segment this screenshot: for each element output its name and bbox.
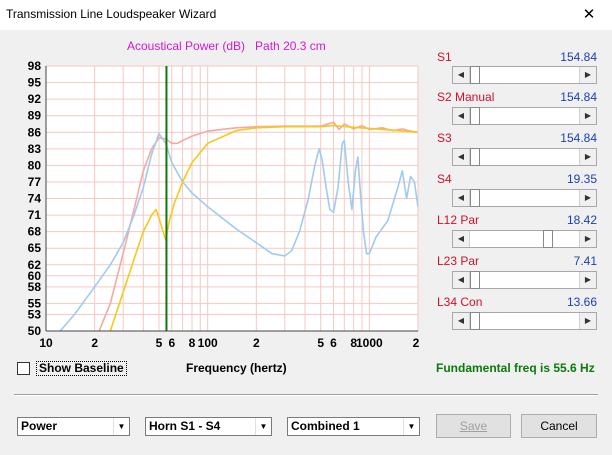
slider-thumb[interactable] xyxy=(470,271,480,289)
x-tick-label: 100 xyxy=(198,336,218,350)
x-tick-label: 2 xyxy=(413,336,420,350)
arrow-left-icon[interactable]: ◀ xyxy=(453,108,470,124)
y-tick-label: 55 xyxy=(28,296,42,310)
slider-s2[interactable]: ◀ ▶ xyxy=(452,107,597,125)
y-tick-label: 71 xyxy=(28,208,42,222)
x-tick-label: 5 xyxy=(156,336,163,350)
y-tick-label: 74 xyxy=(28,192,42,206)
slider-s4-label: S4 xyxy=(437,172,452,186)
save-button[interactable]: Save xyxy=(436,414,511,438)
checkbox-box[interactable] xyxy=(17,362,30,375)
slider-thumb[interactable] xyxy=(470,189,480,207)
horn-select-value: Horn S1 - S4 xyxy=(149,419,221,433)
arrow-right-icon[interactable]: ▶ xyxy=(579,231,596,247)
slider-l23-value: 7.41 xyxy=(573,254,597,268)
slider-thumb[interactable] xyxy=(470,148,480,166)
arrow-left-icon[interactable]: ◀ xyxy=(453,231,470,247)
slider-s1[interactable]: ◀ ▶ xyxy=(452,66,597,84)
y-tick-label: 86 xyxy=(28,125,42,139)
arrow-right-icon[interactable]: ▶ xyxy=(579,67,596,83)
slider-l12-value: 18.42 xyxy=(566,213,597,227)
horn-select[interactable]: Horn S1 - S4 ▼ xyxy=(145,417,272,436)
y-tick-label: 95 xyxy=(28,76,42,90)
chevron-down-icon[interactable]: ▼ xyxy=(403,418,419,435)
power-select-value: Power xyxy=(21,419,58,433)
slider-s3[interactable]: ◀ ▶ xyxy=(452,148,597,166)
power-select[interactable]: Power ▼ xyxy=(17,417,130,436)
arrow-left-icon[interactable]: ◀ xyxy=(453,67,470,83)
chevron-down-icon[interactable]: ▼ xyxy=(113,418,129,435)
slider-thumb[interactable] xyxy=(470,107,480,125)
y-tick-label: 65 xyxy=(28,241,42,255)
slider-thumb[interactable] xyxy=(543,230,553,248)
slider-s4[interactable]: ◀ ▶ xyxy=(452,189,597,207)
cancel-button[interactable]: Cancel xyxy=(521,414,597,438)
slider-l34[interactable]: ◀ ▶ xyxy=(452,312,597,330)
x-tick-label: 6 xyxy=(168,336,175,350)
x-axis-label: Frequency (hertz) xyxy=(186,361,287,375)
slider-l23-label: L23 Par xyxy=(437,254,480,268)
arrow-right-icon[interactable]: ▶ xyxy=(579,149,596,165)
arrow-left-icon[interactable]: ◀ xyxy=(453,190,470,206)
slider-s3-label: S3 xyxy=(437,131,452,145)
slider-l12-label: L12 Par xyxy=(437,213,480,227)
arrow-right-icon[interactable]: ▶ xyxy=(579,272,596,288)
slider-s2-label: S2 Manual xyxy=(437,90,495,104)
y-tick-label: 80 xyxy=(28,158,42,172)
combined-select-value: Combined 1 xyxy=(291,419,360,433)
show-baseline-label[interactable]: Show Baseline xyxy=(36,361,127,376)
y-tick-label: 89 xyxy=(28,109,42,123)
x-tick-label: 1000 xyxy=(356,336,383,350)
save-button-label: Save xyxy=(459,419,488,433)
slider-s3-value: 154.84 xyxy=(560,131,597,145)
chevron-down-icon[interactable]: ▼ xyxy=(255,418,271,435)
slider-s1-value: 154.84 xyxy=(560,50,597,64)
slider-s2-value: 154.84 xyxy=(560,90,597,104)
x-tick-label: 6 xyxy=(330,336,337,350)
x-tick-label: 2 xyxy=(91,336,98,350)
slider-s1-label: S1 xyxy=(437,50,452,64)
x-tick-label: 5 xyxy=(317,336,324,350)
slider-thumb[interactable] xyxy=(470,312,480,330)
separator xyxy=(14,394,598,396)
arrow-right-icon[interactable]: ▶ xyxy=(579,108,596,124)
arrow-right-icon[interactable]: ▶ xyxy=(579,313,596,329)
slider-thumb[interactable] xyxy=(470,66,480,84)
y-tick-label: 62 xyxy=(28,258,42,272)
y-tick-label: 98 xyxy=(28,59,42,73)
arrow-right-icon[interactable]: ▶ xyxy=(579,190,596,206)
x-tick-label: 8 xyxy=(189,336,196,350)
arrow-left-icon[interactable]: ◀ xyxy=(453,313,470,329)
x-tick-label: 10 xyxy=(39,336,53,350)
slider-l34-value: 13.66 xyxy=(566,295,597,309)
combined-select[interactable]: Combined 1 ▼ xyxy=(287,417,420,436)
y-tick-label: 77 xyxy=(28,175,42,189)
slider-s4-value: 19.35 xyxy=(566,172,597,186)
x-tick-label: 2 xyxy=(253,336,260,350)
arrow-left-icon[interactable]: ◀ xyxy=(453,272,470,288)
y-tick-label: 68 xyxy=(28,225,42,239)
slider-l23[interactable]: ◀ ▶ xyxy=(452,271,597,289)
arrow-left-icon[interactable]: ◀ xyxy=(453,149,470,165)
fundamental-freq: Fundamental freq is 55.6 Hz xyxy=(436,361,595,375)
slider-l12[interactable]: ◀ ▶ xyxy=(452,230,597,248)
slider-l34-label: L34 Con xyxy=(437,295,483,309)
y-tick-label: 83 xyxy=(28,142,42,156)
y-tick-label: 92 xyxy=(28,92,42,106)
